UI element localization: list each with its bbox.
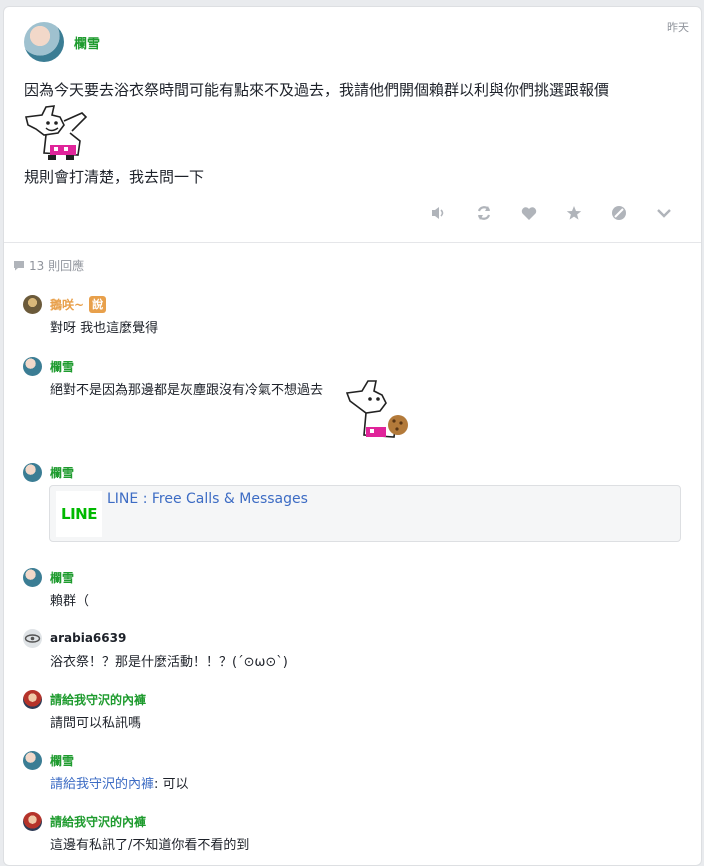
comment: 請給我守沢的內褲 這邊有私訊了/不知道你看不看的到 [23, 811, 249, 853]
like-icon[interactable] [520, 204, 538, 222]
comment: 欄雪 絕對不是因為那邊都是灰塵跟沒有冷氣不想過去 [23, 356, 323, 398]
share-icon[interactable] [475, 204, 493, 222]
comment-text: 浴衣祭！？那是什麼活動！！？(´⊙ω⊙`) [50, 655, 288, 670]
mention-link[interactable]: 請給我守沢的內褲 [50, 777, 154, 792]
commenter-avatar[interactable] [23, 811, 42, 831]
commenter-name[interactable]: arabia6639 [50, 631, 126, 645]
rabbit-cookie-sticker [346, 380, 408, 438]
comment-text: 請問可以私訊嗎 [50, 716, 142, 731]
commenter-avatar[interactable] [23, 462, 42, 482]
rabbit-sticker [25, 105, 88, 160]
post-actions [430, 204, 673, 222]
comment-text: 請給我守沢的內褲: 可以 [50, 773, 189, 792]
comment: 請給我守沢的內褲 請問可以私訊嗎 [23, 689, 146, 731]
comment-text: 這邊有私訊了/不知道你看不看的到 [50, 838, 250, 853]
post-text-line1: 因為今天要去浴衣祭時間可能有點來不及過去，我請他們開個賴群以利與你們挑選跟報價 [24, 81, 610, 99]
commenter-name[interactable]: 欄雪 [50, 569, 74, 586]
comment-text: 對呀 我也這麼覺得 [50, 321, 159, 336]
speaker-badge: 說 [89, 295, 107, 313]
post-header: 欄雪 [24, 22, 100, 62]
commenter-name[interactable]: 鵝咲~ [50, 296, 84, 313]
post-card: 昨天 欄雪 因為今天要去浴衣祭時間可能有點來不及過去，我請他們開個賴群以利與你們… [3, 6, 702, 866]
comment-text: 賴群（ [50, 594, 90, 609]
comment-icon [14, 261, 24, 271]
comment: 欄雪 [23, 462, 74, 482]
commenter-avatar[interactable] [23, 689, 42, 709]
commenter-avatar[interactable] [23, 567, 42, 587]
comment-text-body: : 可以 [154, 777, 189, 792]
comment: 欄雪 請給我守沢的內褲: 可以 [23, 750, 189, 792]
reply-count[interactable]: 13 則回應 [13, 257, 84, 274]
commenter-name[interactable]: 欄雪 [50, 358, 74, 375]
post-timestamp: 昨天 [667, 21, 689, 34]
commenter-avatar[interactable] [23, 294, 42, 314]
commenter-name[interactable]: 請給我守沢的內褲 [50, 813, 146, 830]
mute-icon[interactable] [430, 204, 448, 222]
line-logo: LINE [56, 491, 102, 537]
reply-count-label: 13 則回應 [29, 259, 85, 273]
post-text-line2: 規則會打清楚，我去問一下 [24, 168, 205, 186]
favorite-icon[interactable] [565, 204, 583, 222]
chevron-down-icon[interactable] [655, 204, 673, 222]
commenter-name[interactable]: 欄雪 [50, 464, 74, 481]
divider [4, 242, 701, 243]
comment: 鵝咲~ 說 對呀 我也這麼覺得 [23, 294, 158, 336]
commenter-name[interactable]: 欄雪 [50, 752, 74, 769]
commenter-avatar[interactable] [23, 750, 42, 770]
comment-text: 絕對不是因為那邊都是灰塵跟沒有冷氣不想過去 [50, 383, 324, 398]
comment: arabia6639 浴衣祭！？那是什麼活動！！？(´⊙ω⊙`) [23, 628, 288, 670]
commenter-avatar[interactable] [23, 628, 42, 648]
link-title[interactable]: LINE : Free Calls & Messages [107, 491, 308, 507]
commenter-avatar[interactable] [23, 356, 42, 376]
commenter-name[interactable]: 請給我守沢的內褲 [50, 691, 146, 708]
author-name[interactable]: 欄雪 [74, 33, 100, 52]
link-preview-card[interactable]: LINE LINE : Free Calls & Messages [49, 485, 681, 542]
block-icon[interactable] [610, 204, 628, 222]
comment: 欄雪 賴群（ [23, 567, 89, 609]
author-avatar[interactable] [24, 22, 64, 62]
